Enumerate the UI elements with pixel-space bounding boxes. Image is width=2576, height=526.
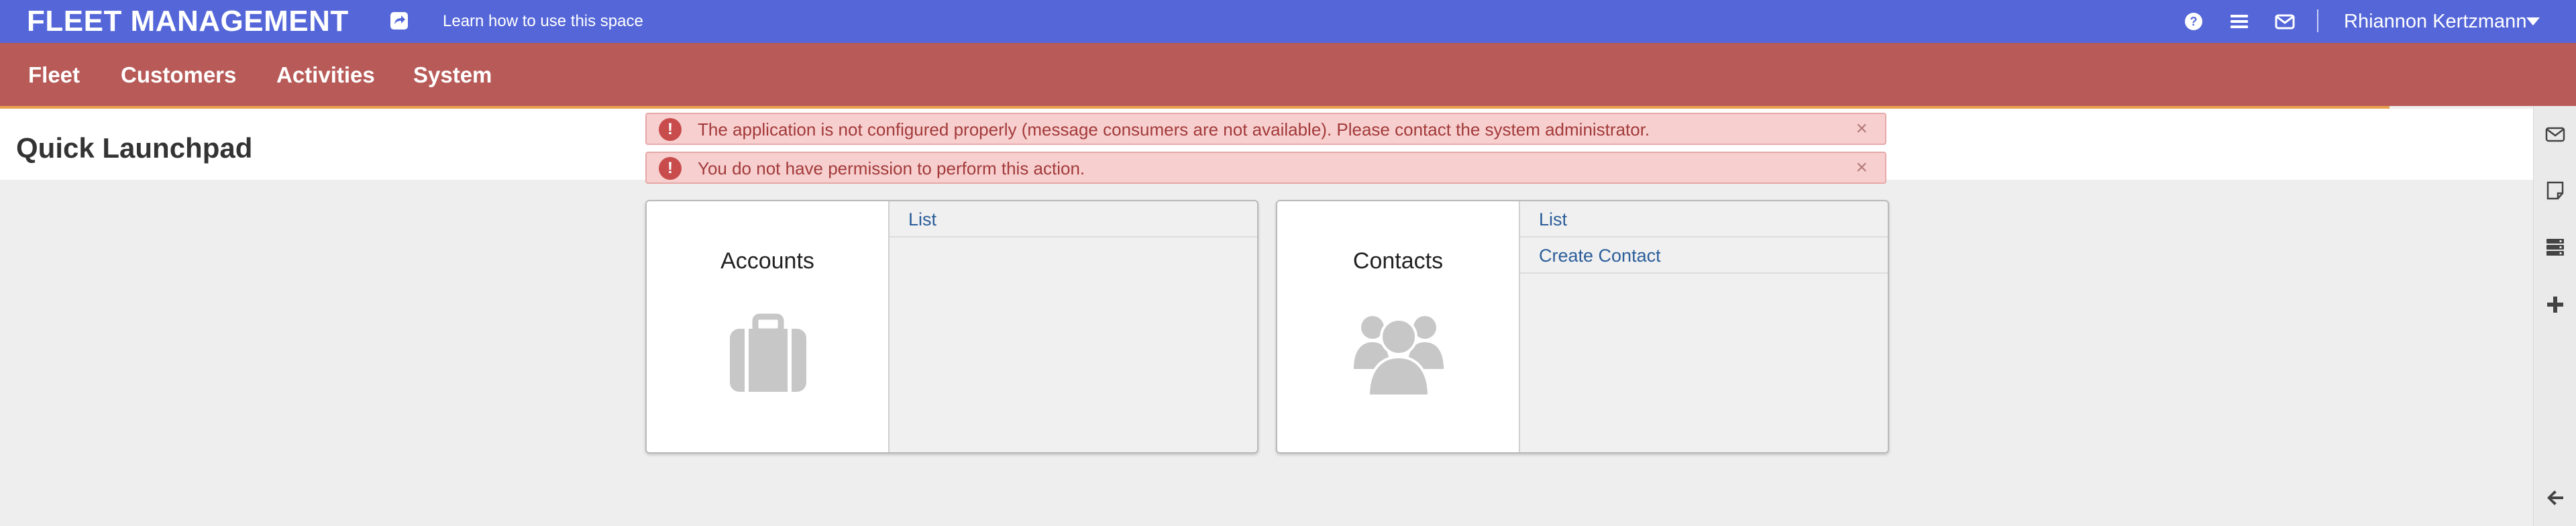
user-menu[interactable]: Rhiannon Kertzmann xyxy=(2344,11,2526,32)
alert-message: The application is not configured proper… xyxy=(698,119,1650,140)
launchpad-card-accounts: Accounts List xyxy=(645,200,1258,454)
close-icon[interactable]: × xyxy=(1856,118,1868,140)
launchpad-card-contacts: Contacts List Create Contact xyxy=(1276,200,1889,454)
page-title: Quick Launchpad xyxy=(16,132,253,164)
card-title: Accounts xyxy=(720,248,814,274)
envelope-icon[interactable] xyxy=(2274,11,2296,32)
nav-item-activities[interactable]: Activities xyxy=(276,63,375,87)
brand-title[interactable]: FLEET MANAGEMENT xyxy=(27,5,349,38)
question-circle-icon[interactable]: ? xyxy=(2183,11,2204,32)
chevron-down-icon[interactable] xyxy=(2526,17,2540,25)
exclamation-circle-icon: ! xyxy=(659,118,682,141)
exclamation-circle-icon: ! xyxy=(659,157,682,180)
server-stack-icon[interactable] xyxy=(2544,236,2566,258)
card-link-create-contact[interactable]: Create Contact xyxy=(1520,238,1888,274)
card-links: List xyxy=(890,201,1257,238)
envelope-icon[interactable] xyxy=(2544,123,2566,145)
error-alert: ! You do not have permission to perform … xyxy=(645,152,1886,184)
card-links: List Create Contact xyxy=(1520,201,1888,274)
user-separator xyxy=(2317,9,2318,32)
error-alert: ! The application is not configured prop… xyxy=(645,113,1886,145)
svg-text:?: ? xyxy=(2190,15,2198,28)
close-icon[interactable]: × xyxy=(1856,157,1868,178)
card-header: Accounts xyxy=(647,201,890,452)
alert-message: You do not have permission to perform th… xyxy=(698,158,1085,178)
nav-item-customers[interactable]: Customers xyxy=(121,63,236,87)
plus-icon[interactable] xyxy=(2544,294,2566,315)
card-header: Contacts xyxy=(1277,201,1520,452)
card-title: Contacts xyxy=(1352,248,1444,274)
help-link[interactable]: Learn how to use this space xyxy=(443,12,643,31)
share-icon[interactable] xyxy=(389,11,409,31)
side-rail xyxy=(2533,106,2576,526)
menu-lines-icon[interactable] xyxy=(2229,11,2250,32)
users-group-icon xyxy=(1348,302,1449,403)
main-nav: Fleet Customers Activities System xyxy=(0,43,2576,106)
sticky-note-icon[interactable] xyxy=(2544,180,2566,201)
top-header: FLEET MANAGEMENT Learn how to use this s… xyxy=(0,0,2576,43)
nav-item-fleet[interactable]: Fleet xyxy=(28,63,80,87)
nav-item-system[interactable]: System xyxy=(413,63,492,87)
arrow-left-icon[interactable] xyxy=(2544,487,2566,509)
briefcase-icon xyxy=(718,302,818,403)
card-link-list[interactable]: List xyxy=(890,201,1257,238)
card-link-list[interactable]: List xyxy=(1520,201,1888,238)
